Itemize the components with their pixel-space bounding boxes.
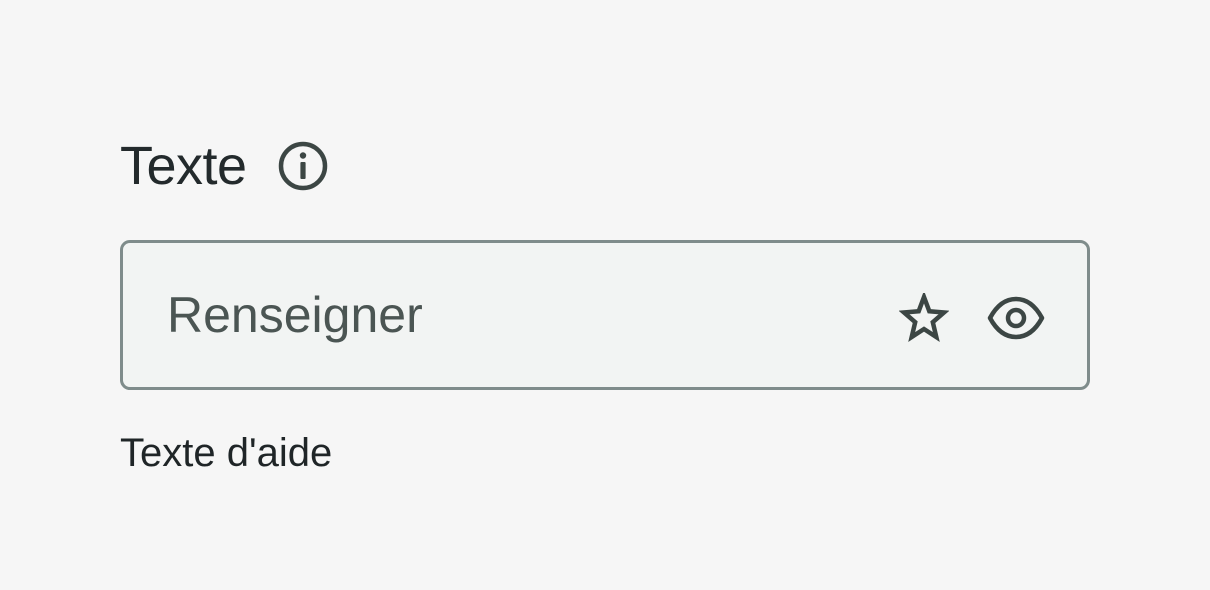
star-icon[interactable] [898, 290, 950, 343]
label-row: Texte [120, 134, 1090, 198]
eye-icon[interactable] [987, 293, 1045, 343]
field-label: Texte [120, 136, 247, 196]
text-field: Texte Texte d'aide [120, 134, 1090, 475]
text-input[interactable] [167, 243, 847, 387]
info-icon[interactable] [277, 140, 329, 192]
help-text: Texte d'aide [120, 431, 333, 475]
input-container [120, 240, 1090, 390]
